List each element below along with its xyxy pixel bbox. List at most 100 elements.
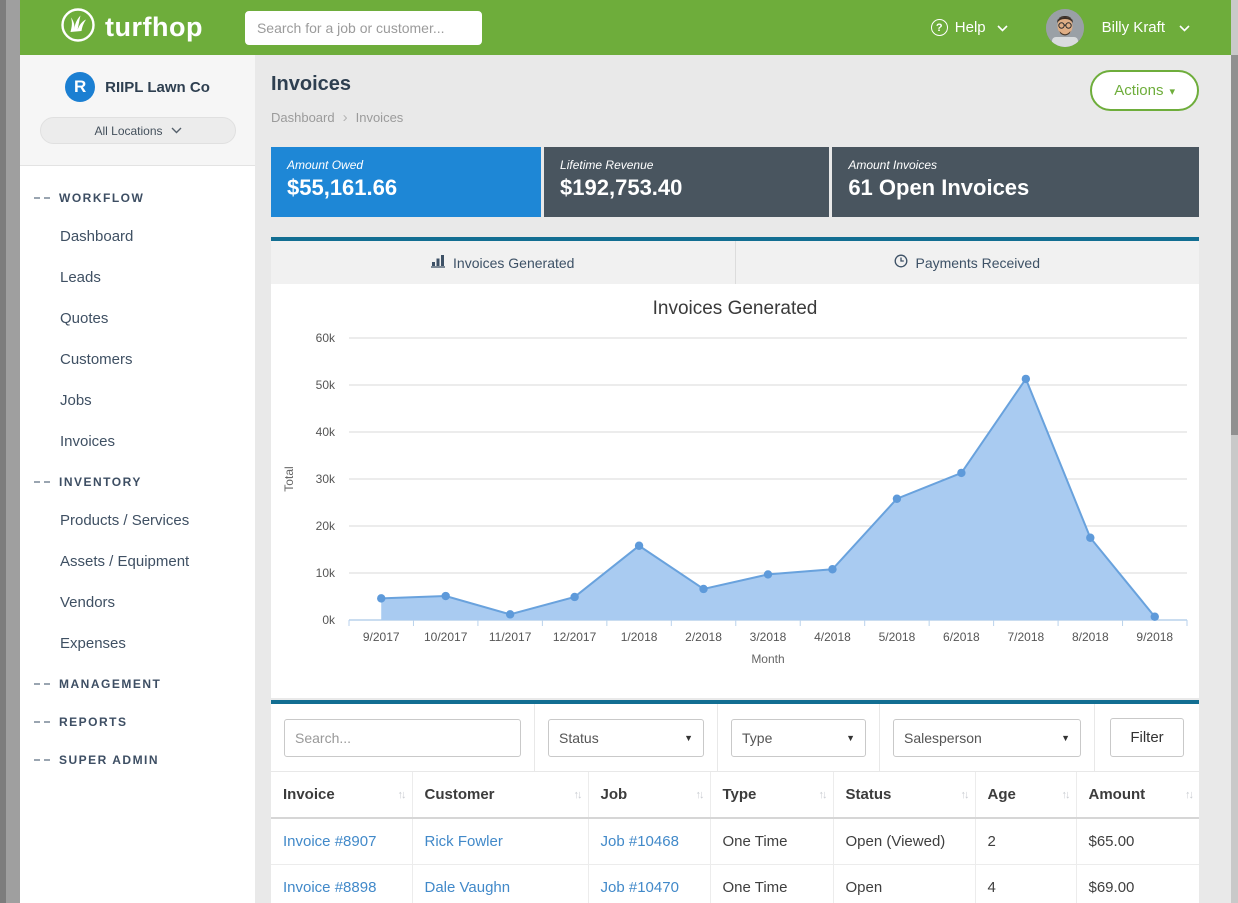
page-title: Invoices xyxy=(271,73,1199,96)
invoices-table-panel: Status ▼ Type ▼ Salesperson ▼ xyxy=(271,700,1199,903)
bar-chart-icon xyxy=(431,254,446,271)
caret-down-icon: ▼ xyxy=(846,733,855,743)
status-select[interactable]: Status ▼ xyxy=(548,719,704,757)
customer-link[interactable]: Dale Vaughn xyxy=(425,879,511,896)
invoice-link[interactable]: Invoice #8907 xyxy=(283,833,376,850)
stat-card-amount-invoices: Amount Invoices 61 Open Invoices xyxy=(832,147,1199,217)
chart-tabs: Invoices Generated Payments Received xyxy=(271,237,1199,284)
svg-text:Total: Total xyxy=(282,466,296,491)
sort-icon: ↑↓ xyxy=(696,789,703,801)
sidebar-item-customers[interactable]: Customers xyxy=(20,339,255,380)
svg-text:11/2017: 11/2017 xyxy=(489,630,532,644)
column-header-type[interactable]: Type↑↓ xyxy=(710,772,833,818)
svg-text:7/2018: 7/2018 xyxy=(1007,630,1044,644)
user-avatar[interactable] xyxy=(1046,9,1084,47)
column-header-age[interactable]: Age↑↓ xyxy=(975,772,1076,818)
select-label: Type xyxy=(742,730,772,746)
brand-logo[interactable]: turfhop xyxy=(60,7,203,48)
help-menu[interactable]: ? Help xyxy=(931,19,1008,36)
job-link[interactable]: Job #10468 xyxy=(601,833,679,850)
company-block: R RIIPL Lawn Co All Locations xyxy=(20,55,255,166)
table-search-input[interactable] xyxy=(284,719,521,757)
section-label: WORKFLOW xyxy=(59,191,144,205)
sort-icon: ↑↓ xyxy=(574,789,581,801)
sidebar-item-expenses[interactable]: Expenses xyxy=(20,623,255,664)
sidebar-section-inventory[interactable]: INVENTORY xyxy=(20,462,255,500)
breadcrumb: Dashboard › Invoices xyxy=(271,109,1199,126)
locations-dropdown[interactable]: All Locations xyxy=(40,117,236,144)
filter-button[interactable]: Filter xyxy=(1110,718,1183,757)
question-circle-icon: ? xyxy=(931,19,948,36)
sidebar-section-reports[interactable]: REPORTS xyxy=(20,702,255,740)
svg-text:9/2018: 9/2018 xyxy=(1136,630,1173,644)
type-cell: One Time xyxy=(710,865,833,903)
grass-circle-icon xyxy=(60,7,96,48)
chart-panel: Invoices Generated 0k10k20k30k40k50k60k9… xyxy=(271,284,1199,698)
dashes-icon xyxy=(34,721,50,723)
stat-card-amount-owed: Amount Owed $55,161.66 xyxy=(271,147,541,217)
stat-value: $55,161.66 xyxy=(287,175,525,201)
chevron-right-icon: › xyxy=(343,109,348,126)
tab-invoices-generated[interactable]: Invoices Generated xyxy=(271,241,735,284)
caret-down-icon: ▼ xyxy=(684,733,693,743)
stat-label: Amount Owed xyxy=(287,158,525,172)
stats-row: Amount Owed $55,161.66 Lifetime Revenue … xyxy=(271,147,1199,217)
sort-icon: ↑↓ xyxy=(1185,789,1192,801)
svg-text:9/2017: 9/2017 xyxy=(363,630,400,644)
company-logo: R xyxy=(65,72,95,102)
sidebar-item-quotes[interactable]: Quotes xyxy=(20,298,255,339)
scrollbar-thumb[interactable] xyxy=(1231,55,1238,435)
customer-link[interactable]: Rick Fowler xyxy=(425,833,503,850)
svg-text:8/2018: 8/2018 xyxy=(1072,630,1109,644)
dashes-icon xyxy=(34,683,50,685)
invoices-generated-chart[interactable]: 0k10k20k30k40k50k60k9/201710/201711/2017… xyxy=(271,324,1199,692)
dashes-icon xyxy=(34,197,50,199)
sidebar-section-workflow[interactable]: WORKFLOW xyxy=(20,178,255,216)
tab-label: Payments Received xyxy=(915,255,1040,271)
chevron-down-icon xyxy=(171,127,182,134)
sidebar-item-leads[interactable]: Leads xyxy=(20,257,255,298)
status-cell: Open xyxy=(833,865,975,903)
tab-label: Invoices Generated xyxy=(453,255,574,271)
sidebar-item-vendors[interactable]: Vendors xyxy=(20,582,255,623)
job-link[interactable]: Job #10470 xyxy=(601,879,679,896)
sidebar-item-jobs[interactable]: Jobs xyxy=(20,380,255,421)
chevron-down-icon[interactable] xyxy=(1179,19,1190,36)
user-menu[interactable]: Billy Kraft xyxy=(1102,19,1165,36)
svg-text:2/2018: 2/2018 xyxy=(685,630,722,644)
clock-icon xyxy=(894,254,908,271)
help-label: Help xyxy=(955,19,986,36)
invoices-table: Invoice↑↓ Customer↑↓ Job↑↓ Type↑↓ Status… xyxy=(271,772,1199,903)
page-scrollbar[interactable] xyxy=(1231,0,1238,903)
table-header-row: Invoice↑↓ Customer↑↓ Job↑↓ Type↑↓ Status… xyxy=(271,772,1199,818)
salesperson-select[interactable]: Salesperson ▼ xyxy=(893,719,1081,757)
breadcrumb-invoices: Invoices xyxy=(356,110,404,125)
column-header-status[interactable]: Status↑↓ xyxy=(833,772,975,818)
column-header-invoice[interactable]: Invoice↑↓ xyxy=(271,772,412,818)
global-search-input[interactable] xyxy=(245,11,482,45)
sidebar-item-invoices[interactable]: Invoices xyxy=(20,421,255,462)
breadcrumb-dashboard[interactable]: Dashboard xyxy=(271,110,335,125)
actions-button[interactable]: Actions▾ xyxy=(1090,70,1199,111)
main-content: Invoices Dashboard › Invoices Actions▾ A… xyxy=(255,55,1238,903)
locations-label: All Locations xyxy=(94,124,162,138)
dashes-icon xyxy=(34,481,50,483)
sidebar-item-dashboard[interactable]: Dashboard xyxy=(20,216,255,257)
invoice-link[interactable]: Invoice #8898 xyxy=(283,879,376,896)
tab-payments-received[interactable]: Payments Received xyxy=(735,241,1200,284)
column-header-amount[interactable]: Amount↑↓ xyxy=(1076,772,1199,818)
svg-text:10/2017: 10/2017 xyxy=(424,630,468,644)
amount-cell: $69.00 xyxy=(1076,865,1199,903)
sidebar-nav: WORKFLOW Dashboard Leads Quotes Customer… xyxy=(20,166,255,790)
type-select[interactable]: Type ▼ xyxy=(731,719,866,757)
sidebar-item-assets-equipment[interactable]: Assets / Equipment xyxy=(20,541,255,582)
column-header-job[interactable]: Job↑↓ xyxy=(588,772,710,818)
column-header-customer[interactable]: Customer↑↓ xyxy=(412,772,588,818)
sidebar-section-super-admin[interactable]: SUPER ADMIN xyxy=(20,740,255,778)
chart-title: Invoices Generated xyxy=(271,298,1199,320)
svg-text:1/2018: 1/2018 xyxy=(621,630,658,644)
sidebar-item-products-services[interactable]: Products / Services xyxy=(20,500,255,541)
svg-text:4/2018: 4/2018 xyxy=(814,630,851,644)
sidebar-section-management[interactable]: MANAGEMENT xyxy=(20,664,255,702)
chevron-down-icon xyxy=(997,19,1008,36)
